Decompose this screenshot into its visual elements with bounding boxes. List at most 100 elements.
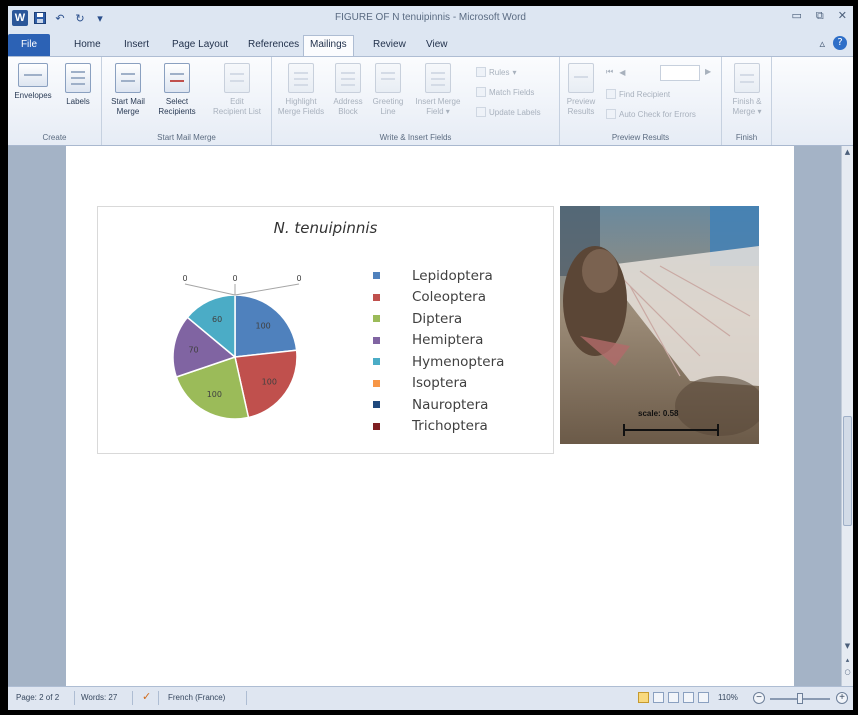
auto-check-errors-label: Auto Check for Errors	[619, 109, 696, 119]
legend-swatch-diptera	[373, 315, 380, 323]
group-write-insert-label: Write & Insert Fields	[379, 133, 452, 142]
select-recipients-button[interactable]: Select Recipients	[152, 63, 202, 117]
start-mail-merge-label-1: Start Mail	[111, 97, 145, 106]
document-page[interactable]: N. tenuipinnis 100 100 100 70 60 0 0 0 Lepidopt…	[66, 146, 794, 686]
auto-check-errors-icon	[606, 109, 616, 119]
full-screen-reading-icon[interactable]	[653, 692, 664, 703]
status-separator	[132, 691, 133, 705]
print-layout-icon[interactable]	[638, 692, 649, 703]
chart-legend: Lepidoptera Coleoptera Diptera Hemiptera Hym…	[373, 265, 504, 437]
envelopes-button[interactable]: Envelopes	[12, 63, 54, 101]
address-block-icon	[335, 63, 361, 93]
legend-swatch-hemiptera	[373, 336, 380, 344]
close-icon[interactable]: ✕	[838, 9, 847, 23]
scroll-up-icon[interactable]: ▲	[842, 148, 853, 159]
word-count[interactable]: Words: 27	[81, 693, 117, 702]
browse-object-icon[interactable]: ○	[842, 668, 853, 679]
previous-record-icon[interactable]: ◀	[619, 68, 625, 77]
highlight-label-1: Highlight	[285, 97, 317, 106]
data-label-coleoptera: 100	[262, 378, 277, 387]
group-finish: Finish & Merge ▾ Finish	[722, 57, 772, 145]
tab-references[interactable]: References	[242, 36, 305, 56]
outline-view-icon[interactable]	[683, 692, 694, 703]
scroll-thumb[interactable]	[843, 416, 852, 526]
finish-merge-button[interactable]: Finish & Merge ▾	[726, 63, 768, 117]
minimize-ribbon-icon[interactable]: ▵	[819, 37, 825, 50]
legend-swatch-trichoptera	[373, 422, 380, 430]
web-layout-icon[interactable]	[668, 692, 679, 703]
group-finish-label: Finish	[735, 133, 758, 142]
start-mail-merge-button[interactable]: Start Mail Merge	[106, 63, 150, 117]
labels-button[interactable]: Labels	[60, 63, 96, 107]
tab-home[interactable]: Home	[68, 36, 107, 56]
greeting-line-button[interactable]: Greeting Line	[368, 63, 408, 117]
zoom-out-icon[interactable]: −	[753, 692, 765, 704]
preview-label-2: Results	[567, 107, 595, 116]
tab-insert[interactable]: Insert	[118, 36, 155, 56]
update-labels-button[interactable]: Update Labels	[476, 107, 541, 117]
pie-chart[interactable]: N. tenuipinnis 100 100 100 70 60 0 0 0 Lepidopt…	[97, 206, 554, 454]
page-count[interactable]: Page: 2 of 2	[16, 693, 59, 702]
bat-photo[interactable]: scale: 0.58	[560, 206, 759, 444]
greeting-line-icon	[375, 63, 401, 93]
record-number-input[interactable]	[660, 65, 700, 81]
envelope-icon	[18, 63, 48, 87]
restore-icon[interactable]: ⧉	[816, 9, 824, 23]
highlight-label-2: Merge Fields	[277, 107, 325, 116]
find-recipient-button[interactable]: Find Recipient	[606, 89, 670, 99]
previous-page-icon[interactable]: ▴	[842, 656, 853, 667]
legend-label-trichoptera: Trichoptera	[412, 418, 488, 435]
greeting-label-1: Greeting	[372, 97, 404, 106]
legend-label-lepidoptera: Lepidoptera	[412, 267, 493, 284]
rules-icon	[476, 67, 486, 77]
group-start-mail-merge-label: Start Mail Merge	[157, 133, 216, 142]
tab-mailings[interactable]: Mailings	[303, 35, 354, 56]
start-mail-merge-icon	[115, 63, 141, 93]
group-start-mail-merge: Start Mail Merge Select Recipients Edit …	[102, 57, 272, 145]
envelopes-label: Envelopes	[14, 91, 52, 100]
first-record-icon[interactable]: ⏮	[606, 67, 613, 77]
draft-view-icon[interactable]	[698, 692, 709, 703]
data-label-hymenoptera: 60	[212, 315, 222, 324]
scroll-down-icon[interactable]: ▼	[842, 642, 853, 653]
zoom-in-icon[interactable]: +	[836, 692, 848, 704]
minimize-icon[interactable]: ▭	[792, 9, 802, 23]
address-block-button[interactable]: Address Block	[330, 63, 366, 117]
legend-item-lepidoptera: Lepidoptera	[373, 265, 504, 287]
proofing-icon[interactable]: ✓	[142, 690, 151, 703]
zoom-slider-handle[interactable]	[797, 693, 803, 704]
match-fields-icon	[476, 87, 486, 97]
rules-button[interactable]: Rules ▾	[476, 67, 516, 77]
next-record-icon[interactable]: ▶	[705, 67, 711, 76]
tab-review[interactable]: Review	[367, 36, 412, 56]
zoom-level[interactable]: 110%	[718, 693, 738, 702]
legend-label-isoptera: Isoptera	[412, 375, 468, 392]
ribbon-tabs: File Home Insert Page Layout References …	[8, 32, 853, 56]
start-mail-merge-label-2: Merge	[116, 107, 140, 116]
vertical-scrollbar[interactable]: ▲ ▼ ▴ ○	[841, 146, 853, 686]
finish-label-2: Merge	[732, 107, 756, 116]
finish-label-1: Finish &	[732, 97, 762, 106]
tab-view[interactable]: View	[420, 36, 454, 56]
preview-results-button[interactable]: Preview Results	[562, 63, 600, 117]
edit-recipient-list-label-2: Recipient List	[212, 107, 262, 116]
tab-page-layout[interactable]: Page Layout	[166, 36, 234, 56]
highlight-merge-fields-button[interactable]: Highlight Merge Fields	[274, 63, 328, 117]
legend-swatch-isoptera	[373, 379, 380, 387]
data-label-lepidoptera: 100	[255, 322, 270, 331]
legend-label-coleoptera: Coleoptera	[412, 289, 486, 306]
group-create-label: Create	[42, 133, 67, 142]
help-icon[interactable]: ?	[833, 36, 847, 50]
match-fields-button[interactable]: Match Fields	[476, 87, 534, 97]
group-preview-results-label: Preview Results	[611, 133, 670, 142]
edit-recipient-list-button[interactable]: Edit Recipient List	[206, 63, 268, 117]
auto-check-errors-button[interactable]: Auto Check for Errors	[606, 109, 696, 119]
tab-file[interactable]: File	[8, 34, 50, 56]
data-label-isoptera: 0	[182, 274, 187, 283]
insert-merge-field-button[interactable]: Insert Merge Field ▾	[410, 63, 466, 117]
leader-line-isoptera	[184, 283, 236, 296]
language-indicator[interactable]: French (France)	[168, 693, 225, 702]
address-label-1: Address	[333, 97, 363, 106]
legend-swatch-lepidoptera	[373, 272, 380, 280]
select-recipients-icon	[164, 63, 190, 93]
